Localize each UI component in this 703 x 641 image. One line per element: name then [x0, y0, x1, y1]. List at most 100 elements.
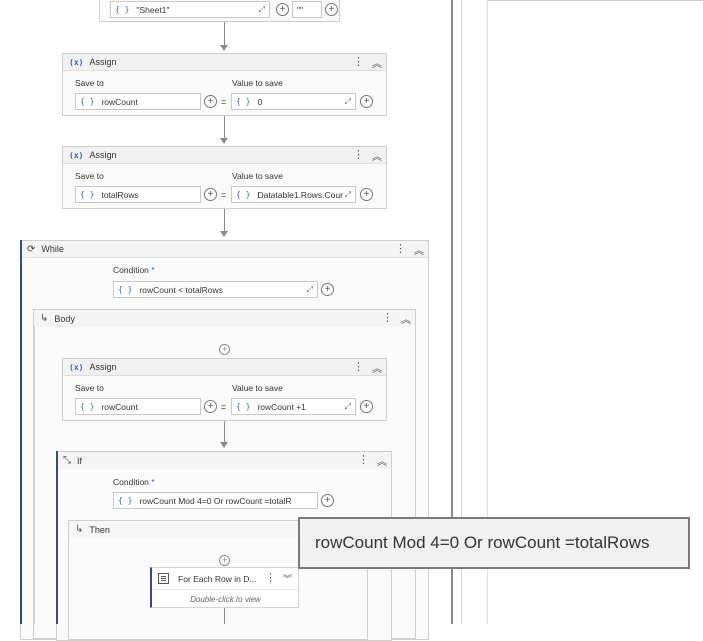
more-options-icon[interactable]: ⋮	[265, 571, 276, 584]
save-to-value: rowCount	[101, 401, 138, 412]
sequence-connector	[224, 22, 225, 46]
collapse-icon[interactable]: ︽	[372, 360, 382, 375]
assign-activity[interactable]: (x) Assign ⋮ ︽ Save to Value to save { }…	[62, 146, 387, 209]
while-header[interactable]: ⟳ While ⋮ ︽	[21, 241, 428, 258]
collapse-icon[interactable]: ︽	[401, 311, 411, 326]
expression-icon: { }	[118, 285, 133, 294]
expand-editor-icon[interactable]: ⤢	[345, 97, 351, 107]
sequence-connector	[224, 608, 225, 624]
add-variable-button[interactable]: +	[204, 95, 217, 108]
assign-icon: (x)	[69, 362, 84, 372]
value-to-save-field[interactable]: { } 0 ⤢	[231, 93, 356, 110]
value-to-save-field[interactable]: { } rowCount +1 ⤢	[231, 398, 356, 415]
save-to-label: Save to	[75, 383, 104, 393]
while-condition-field[interactable]: { } rowCount < totalRows ⤢	[113, 281, 318, 298]
if-title: If	[77, 455, 83, 466]
condition-tooltip: rowCount Mod 4=0 Or rowCount =totalRows	[298, 517, 690, 569]
add-argument-button[interactable]: +	[325, 3, 338, 16]
value-to-save-value: 0	[257, 96, 263, 107]
if-branch-icon: ⤡	[63, 455, 71, 466]
add-variable-button[interactable]: +	[204, 400, 217, 413]
workflow-designer-canvas: { } "Sheet1" ⤢ + "" + (x) Assign ⋮ ︽ Sav…	[0, 0, 703, 641]
add-activity-icon[interactable]: +	[219, 555, 230, 566]
more-options-icon[interactable]: ⋮	[382, 313, 393, 324]
for-each-row-icon	[158, 573, 169, 584]
expand-editor-icon[interactable]: ⤢	[345, 190, 351, 200]
add-argument-button[interactable]: +	[360, 400, 373, 413]
assign-icon: (x)	[69, 57, 84, 67]
while-icon: ⟳	[27, 243, 36, 255]
value-to-save-value: Datatable1.Rows.Cour	[257, 189, 343, 200]
sheet-name-field[interactable]: { } "Sheet1" ⤢	[110, 1, 270, 18]
add-argument-button[interactable]: +	[321, 494, 334, 507]
expression-icon: { }	[80, 190, 95, 199]
add-argument-button[interactable]: +	[360, 95, 373, 108]
activity-header[interactable]: (x) Assign ⋮ ︽	[63, 54, 386, 71]
sequence-connector	[224, 209, 225, 232]
for-each-row-title: For Each Row in D...	[178, 574, 257, 584]
expand-editor-icon[interactable]: ⤢	[345, 402, 351, 412]
body-arrow-icon: ↳	[40, 313, 49, 324]
expand-editor-icon[interactable]: ⤢	[259, 5, 265, 15]
value-to-save-field[interactable]: { } Datatable1.Rows.Cour ⤢	[231, 186, 356, 203]
sheet-name-value: "Sheet1"	[136, 4, 170, 15]
more-options-icon[interactable]: ⋮	[395, 244, 406, 255]
if-condition-value: rowCount Mod 4=0 Or rowCount =totalR	[139, 495, 292, 506]
required-mark: *	[151, 265, 155, 275]
double-click-hint: Double-click to view	[190, 595, 261, 604]
add-activity-icon[interactable]: +	[219, 344, 230, 355]
expand-icon[interactable]: ︾	[283, 572, 292, 585]
expand-editor-icon[interactable]: ⤢	[307, 285, 313, 295]
while-scope-rule	[20, 240, 22, 624]
save-to-label: Save to	[75, 78, 104, 88]
read-range-activity[interactable]: { } "Sheet1" ⤢ + "" +	[99, 0, 340, 22]
range-field[interactable]: ""	[292, 1, 322, 18]
collapse-icon[interactable]: ︽	[372, 148, 382, 163]
more-options-icon[interactable]: ⋮	[353, 150, 364, 161]
sequence-arrow	[220, 231, 228, 237]
value-to-save-value: rowCount +1	[257, 401, 306, 412]
collapse-icon[interactable]: ︽	[414, 242, 424, 257]
add-variable-button[interactable]: +	[204, 188, 217, 201]
activity-title: Assign	[89, 362, 117, 372]
expression-icon: { }	[80, 402, 95, 411]
more-options-icon[interactable]: ⋮	[353, 57, 364, 68]
more-options-icon[interactable]: ⋮	[358, 455, 369, 466]
expression-icon: { }	[236, 97, 251, 106]
collapse-icon[interactable]: ︽	[372, 55, 382, 70]
more-options-icon[interactable]: ⋮	[353, 362, 364, 373]
divider	[152, 589, 298, 590]
then-title: Then	[89, 524, 110, 535]
add-argument-button[interactable]: +	[360, 188, 373, 201]
then-arrow-icon: ↳	[75, 524, 84, 535]
save-to-value: rowCount	[101, 96, 138, 107]
expression-icon: { }	[236, 402, 251, 411]
activity-header[interactable]: (x) Assign ⋮ ︽	[63, 359, 386, 376]
expression-icon: { }	[80, 97, 95, 106]
save-to-field[interactable]: { } rowCount	[75, 398, 201, 415]
add-argument-button[interactable]: +	[321, 283, 334, 296]
while-title: While	[41, 244, 64, 254]
for-each-row-activity[interactable]: For Each Row in D... ⋮ ︾ Double-click to…	[150, 567, 299, 608]
value-to-save-label: Value to save	[232, 171, 283, 181]
collapse-icon[interactable]: ︽	[377, 453, 387, 468]
save-to-field[interactable]: { } rowCount	[75, 93, 201, 110]
save-to-label: Save to	[75, 171, 104, 181]
body-title: Body	[54, 313, 75, 324]
body-header[interactable]: ↳ Body ⋮ ︽	[34, 310, 415, 327]
assign-activity[interactable]: (x) Assign ⋮ ︽ Save to Value to save { }…	[62, 53, 387, 116]
value-to-save-label: Value to save	[232, 383, 283, 393]
assign-activity[interactable]: (x) Assign ⋮ ︽ Save to Value to save { }…	[62, 358, 387, 421]
if-header[interactable]: ⤡ If ⋮ ︽	[57, 452, 391, 469]
activity-title: Assign	[89, 57, 117, 67]
expression-icon: { }	[115, 5, 130, 14]
save-to-field[interactable]: { } totalRows	[75, 186, 201, 203]
expression-icon: { }	[236, 190, 251, 199]
sequence-arrow	[220, 442, 228, 448]
tooltip-text: rowCount Mod 4=0 Or rowCount =totalRows	[315, 533, 650, 552]
activity-header[interactable]: (x) Assign ⋮ ︽	[63, 147, 386, 164]
if-condition-field[interactable]: { } rowCount Mod 4=0 Or rowCount =totalR	[113, 492, 318, 509]
while-condition-value: rowCount < totalRows	[139, 284, 223, 295]
add-argument-button[interactable]: +	[276, 3, 289, 16]
expression-icon: { }	[118, 496, 133, 505]
